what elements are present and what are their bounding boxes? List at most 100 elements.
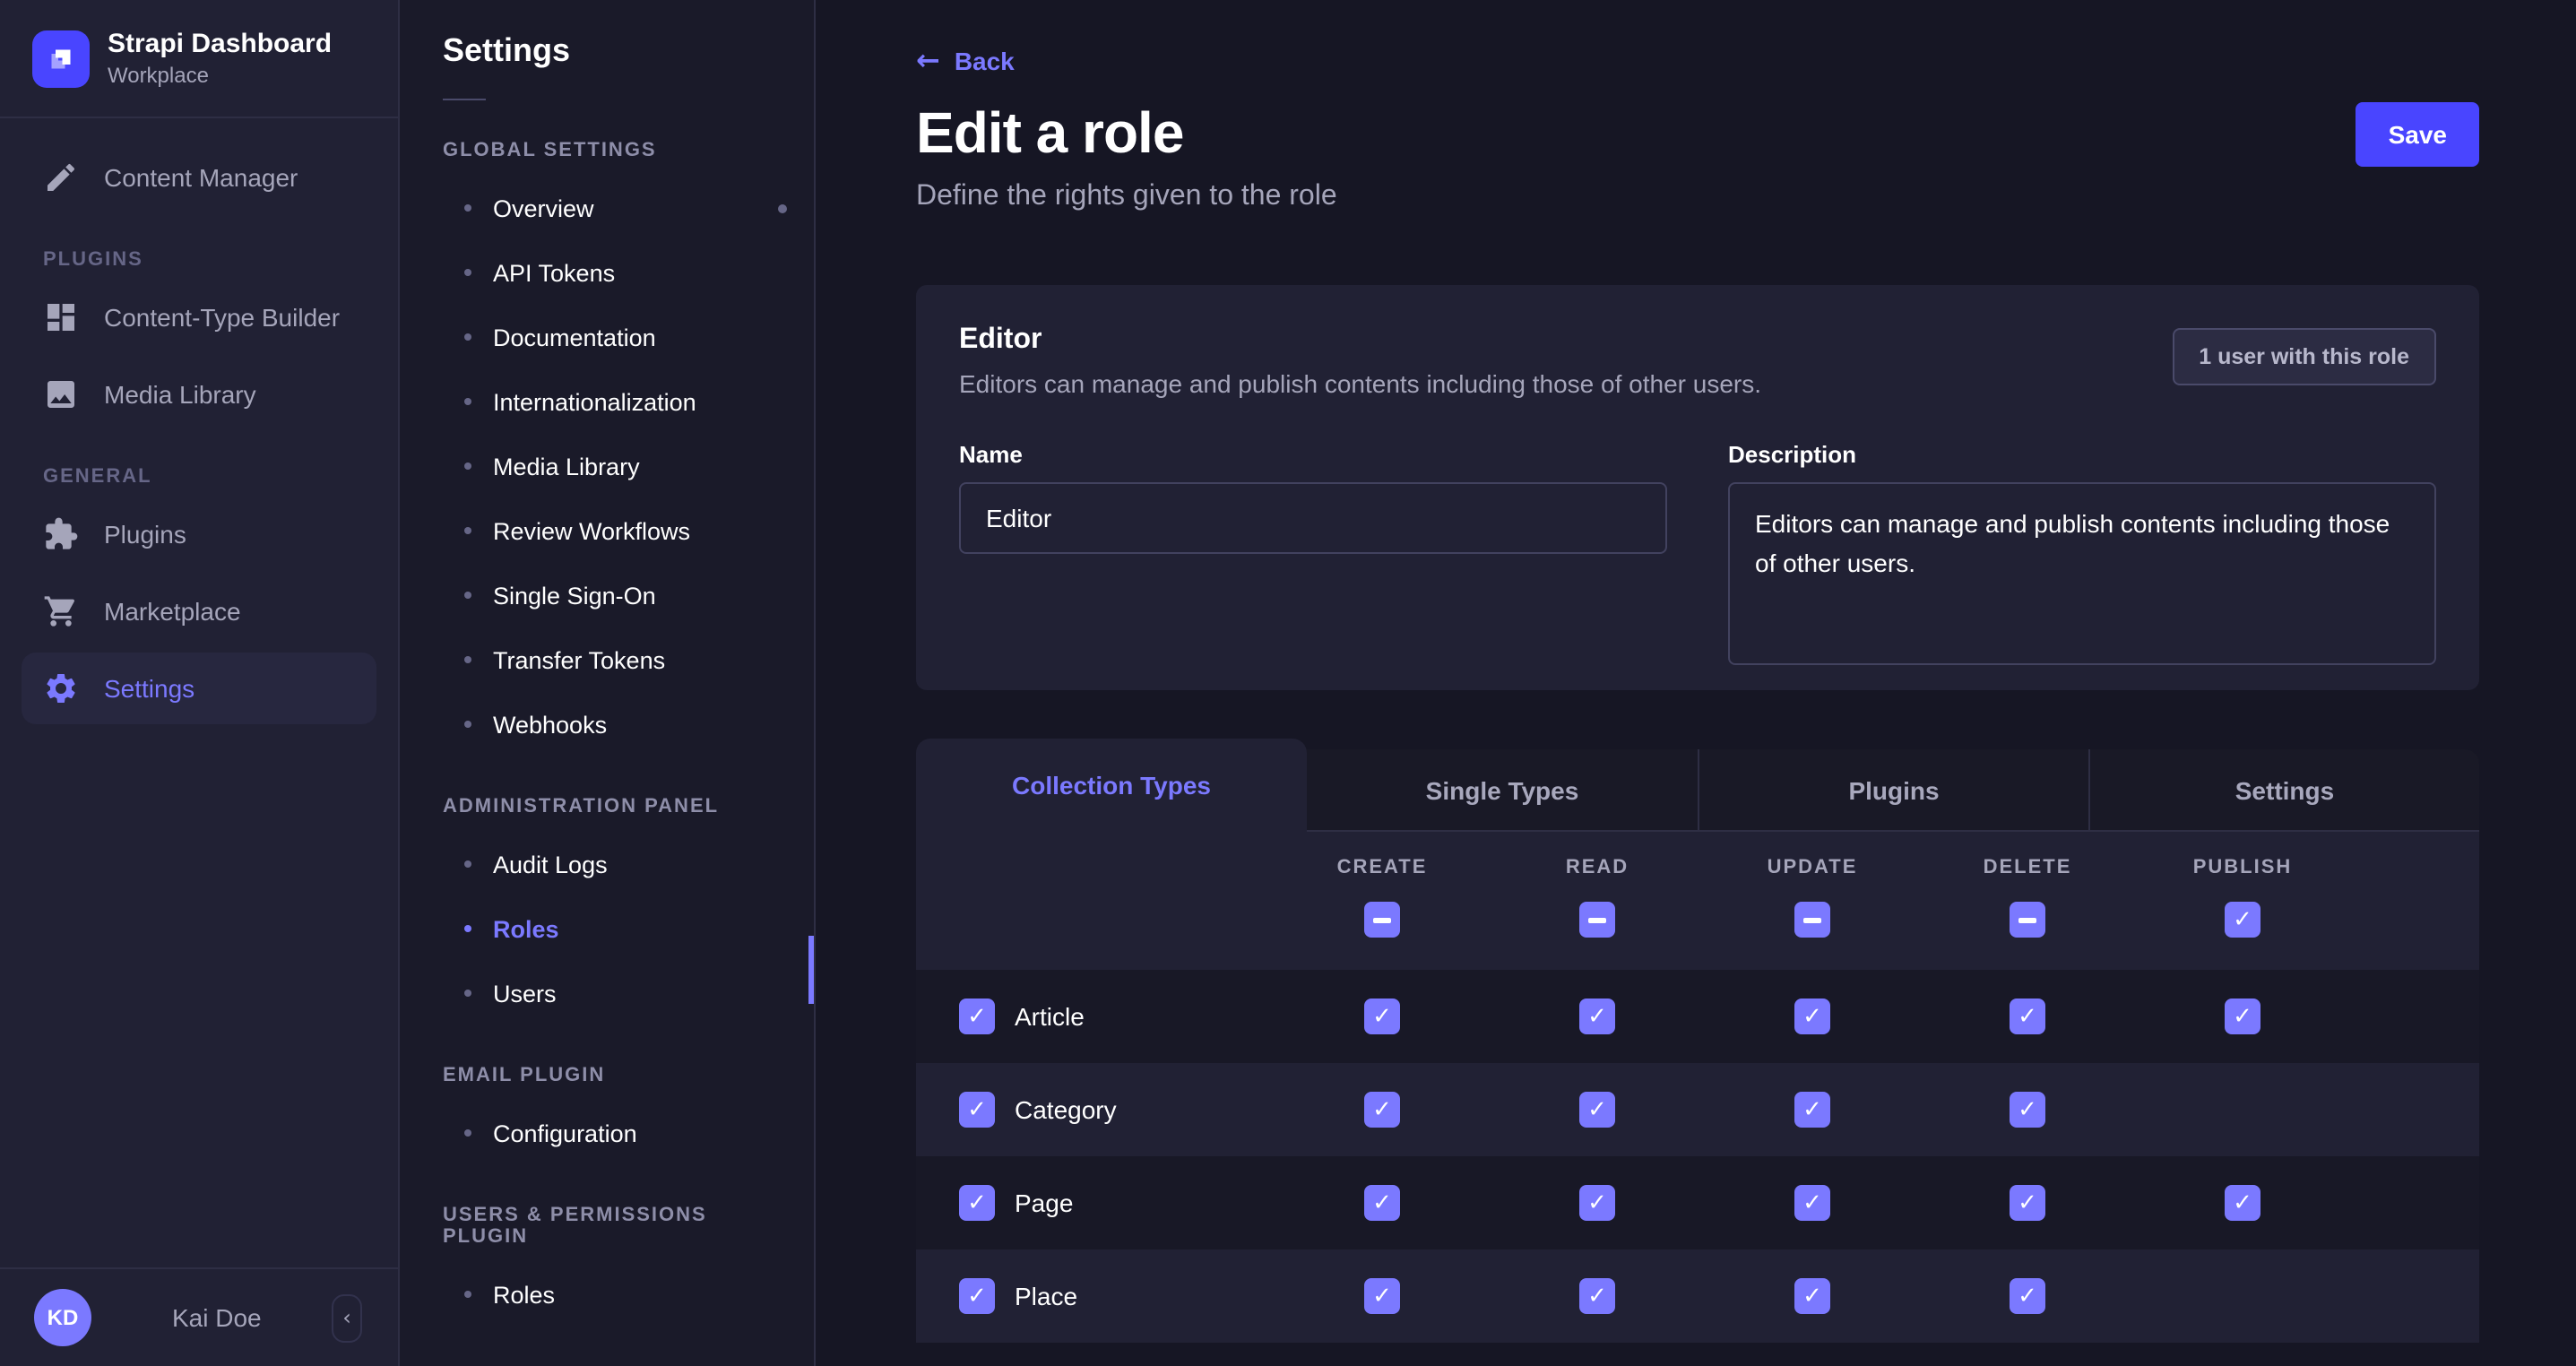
subnav-item-api-tokens[interactable]: API Tokens (400, 240, 814, 305)
subnav-item-users[interactable]: Users (400, 961, 814, 1025)
subnav-item-label: API Tokens (493, 259, 615, 286)
subnav-item-documentation[interactable]: Documentation (400, 305, 814, 369)
pencil-square-icon (43, 160, 79, 195)
users-with-role-button[interactable]: 1 user with this role (2172, 328, 2436, 385)
page-create-checkbox[interactable]: ✓ (1364, 1185, 1400, 1221)
place-read-checkbox[interactable]: ✓ (1579, 1278, 1615, 1314)
permission-cell: ✓ (1705, 1278, 1920, 1314)
collapse-sidebar-button[interactable]: ‹ (332, 1293, 362, 1342)
select-all-update-checkbox[interactable] (1794, 902, 1830, 938)
select-page-checkbox[interactable]: ✓ (959, 1185, 995, 1221)
select-article-checkbox[interactable]: ✓ (959, 999, 995, 1034)
permission-cell: ✓ (1490, 999, 1705, 1034)
category-update-checkbox[interactable]: ✓ (1794, 1092, 1830, 1128)
permission-cell: ✓ (2135, 1185, 2350, 1221)
page-update-checkbox[interactable]: ✓ (1794, 1185, 1830, 1221)
page-read-checkbox[interactable]: ✓ (1579, 1185, 1615, 1221)
sidebar-item-media-library[interactable]: Media Library (22, 359, 376, 430)
subnav-item-label: Single Sign-On (493, 582, 656, 609)
tab-single-types[interactable]: Single Types (1307, 749, 1698, 832)
scrollbar-thumb[interactable] (808, 936, 814, 1004)
page-delete-checkbox[interactable]: ✓ (2010, 1185, 2045, 1221)
select-all-delete-checkbox[interactable] (2010, 902, 2045, 938)
role-details-card: Editor Editors can manage and publish co… (916, 285, 2479, 690)
article-update-checkbox[interactable]: ✓ (1794, 999, 1830, 1034)
subnav-item-roles[interactable]: Roles (400, 1262, 814, 1327)
select-category-checkbox[interactable]: ✓ (959, 1092, 995, 1128)
main-sidebar: Strapi Dashboard Workplace Content Manag… (0, 0, 400, 1366)
subnav-item-configuration[interactable]: Configuration (400, 1101, 814, 1165)
subnav-item-single-sign-on[interactable]: Single Sign-On (400, 563, 814, 627)
workspace-name: Workplace (108, 63, 332, 88)
bullet-icon (464, 527, 471, 534)
article-delete-checkbox[interactable]: ✓ (2010, 999, 2045, 1034)
column-label: PUBLISH (2193, 857, 2293, 878)
indeterminate-icon (1588, 917, 1606, 922)
subnav-item-transfer-tokens[interactable]: Transfer Tokens (400, 627, 814, 692)
subnav-item-review-workflows[interactable]: Review Workflows (400, 498, 814, 563)
nav-section-title: GENERAL (43, 466, 355, 488)
select-all-read-checkbox[interactable] (1579, 902, 1615, 938)
select-all-create-checkbox[interactable] (1364, 902, 1400, 938)
sidebar-item-content-type-builder[interactable]: Content-Type Builder (22, 281, 376, 353)
main-nav-list: Content Manager PLUGINS Content-Type Build… (0, 118, 398, 1267)
row-label-cell: ✓ Page (916, 1185, 1275, 1221)
row-label: Page (1015, 1189, 1073, 1217)
avatar[interactable]: KD (34, 1289, 91, 1346)
permissions-section: Collection TypesSingle TypesPluginsSetti… (916, 739, 2479, 1343)
subnav-item-media-library[interactable]: Media Library (400, 434, 814, 498)
subnav-item-audit-logs[interactable]: Audit Logs (400, 832, 814, 896)
back-link[interactable]: ← Back (916, 43, 1015, 77)
article-create-checkbox[interactable]: ✓ (1364, 999, 1400, 1034)
subnav-item-internationalization[interactable]: Internationalization (400, 369, 814, 434)
column-header-read: READ (1490, 857, 1705, 938)
subnav-item-label: Roles (493, 1281, 555, 1308)
role-name-input[interactable] (959, 482, 1667, 554)
page-publish-checkbox[interactable]: ✓ (2225, 1185, 2260, 1221)
sidebar-item-content-manager[interactable]: Content Manager (22, 142, 376, 213)
select-place-checkbox[interactable]: ✓ (959, 1278, 995, 1314)
article-publish-checkbox[interactable]: ✓ (2225, 999, 2260, 1034)
permission-cell: ✓ (1490, 1278, 1705, 1314)
sidebar-item-plugins[interactable]: Plugins (22, 498, 376, 570)
save-button[interactable]: Save (2356, 101, 2479, 166)
row-label: Category (1015, 1095, 1117, 1124)
role-description-input[interactable]: Editors can manage and publish contents … (1728, 482, 2436, 665)
subnav-item-label: Users (493, 980, 557, 1007)
subnav-item-roles[interactable]: Roles (400, 896, 814, 961)
back-label: Back (955, 46, 1015, 74)
subnav-item-webhooks[interactable]: Webhooks (400, 692, 814, 756)
permission-cell: ✓ (2135, 999, 2350, 1034)
row-label: Place (1015, 1282, 1077, 1310)
category-read-checkbox[interactable]: ✓ (1579, 1092, 1615, 1128)
check-icon: ✓ (1587, 1191, 1607, 1215)
sidebar-item-marketplace[interactable]: Marketplace (22, 575, 376, 647)
category-create-checkbox[interactable]: ✓ (1364, 1092, 1400, 1128)
settings-subnav: Settings GLOBAL SETTINGSOverviewAPI Toke… (400, 0, 816, 1366)
bullet-icon (464, 860, 471, 868)
name-label: Name (959, 441, 1667, 468)
tab-settings[interactable]: Settings (2088, 749, 2479, 832)
sidebar-item-settings[interactable]: Settings (22, 653, 376, 724)
nav-section-title: PLUGINS (43, 249, 355, 271)
subnav-section-title: USERS & PERMISSIONS PLUGIN (443, 1205, 771, 1248)
table-row-place: ✓ Place ✓ ✓ ✓ ✓ (916, 1249, 2479, 1343)
subnav-item-overview[interactable]: Overview (400, 176, 814, 240)
workspace-brand[interactable]: Strapi Dashboard Workplace (0, 0, 398, 118)
tab-plugins[interactable]: Plugins (1698, 749, 2088, 832)
article-read-checkbox[interactable]: ✓ (1579, 999, 1615, 1034)
permission-cell: ✓ (1275, 1278, 1490, 1314)
select-all-publish-checkbox[interactable]: ✓ (2225, 902, 2260, 938)
category-delete-checkbox[interactable]: ✓ (2010, 1092, 2045, 1128)
subnav-item-label: Internationalization (493, 388, 696, 415)
permissions-tabbar: Collection TypesSingle TypesPluginsSetti… (916, 739, 2479, 832)
subnav-section-title: ADMINISTRATION PANEL (443, 796, 771, 817)
sidebar-item-label: Media Library (104, 380, 256, 409)
column-label: DELETE (1984, 857, 2072, 878)
tab-collection-types[interactable]: Collection Types (916, 739, 1307, 832)
place-update-checkbox[interactable]: ✓ (1794, 1278, 1830, 1314)
place-delete-checkbox[interactable]: ✓ (2010, 1278, 2045, 1314)
place-create-checkbox[interactable]: ✓ (1364, 1278, 1400, 1314)
image-icon (43, 376, 79, 412)
sidebar-item-label: Plugins (104, 520, 186, 549)
